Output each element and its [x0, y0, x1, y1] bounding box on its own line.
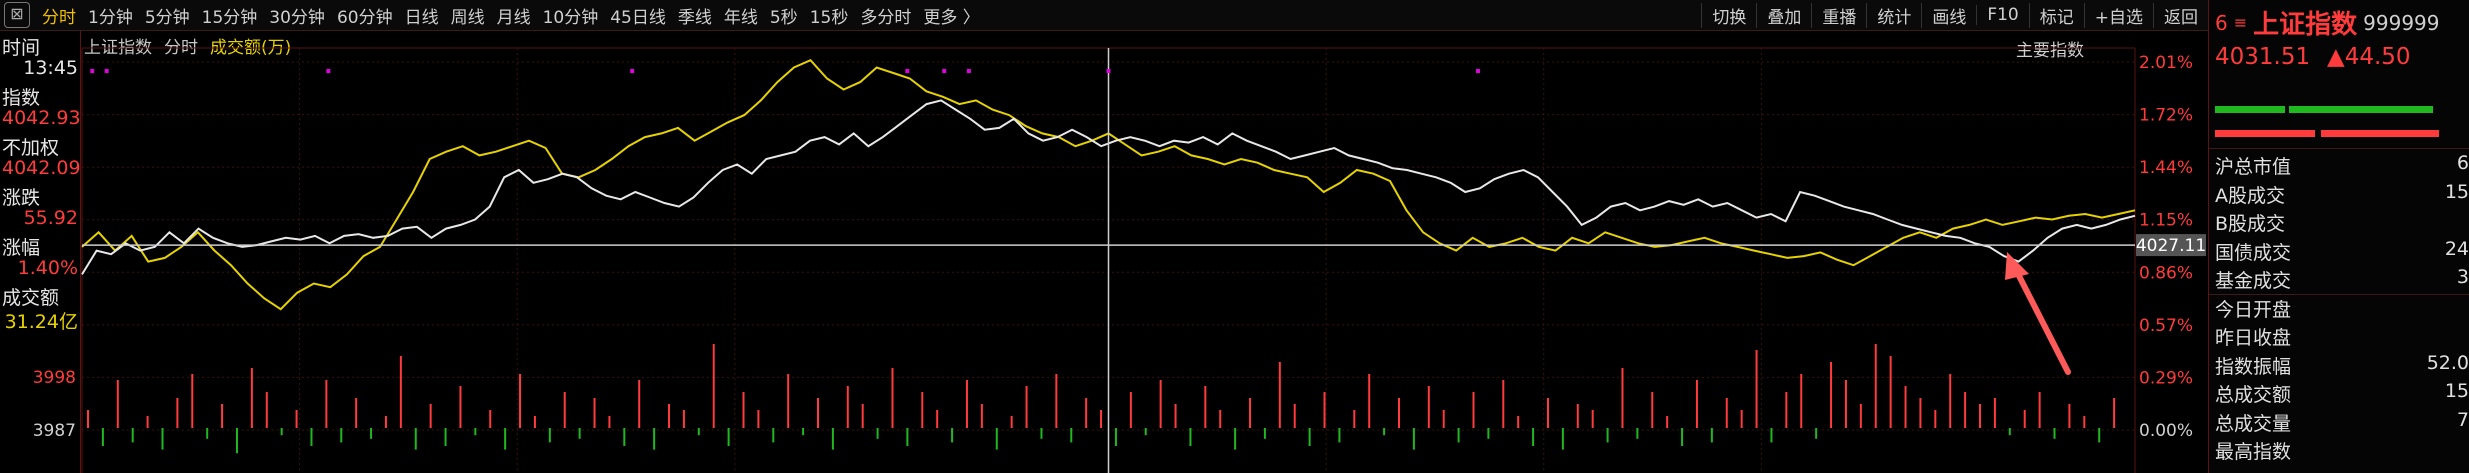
event-marker — [630, 69, 635, 73]
quote-title: 6 ≡ 上证指数 999999 — [2215, 4, 2440, 41]
stat-label: 最高指数 — [2215, 441, 2292, 463]
stat-value: 3 — [2456, 266, 2469, 288]
quote-change: ▲44.50 — [2327, 44, 2411, 70]
right-axis-tick-label: 0.00% — [2139, 421, 2193, 441]
stat-row: 总成交额 15 — [2215, 380, 2469, 407]
stat-label: 指数振幅 — [2215, 355, 2292, 378]
stat-row: 基金成交 3 — [2215, 266, 2469, 293]
stat-row: 总成交量 7 — [2215, 409, 2469, 436]
stat-label: 基金成交 — [2215, 270, 2292, 292]
event-marker — [942, 69, 947, 73]
right-axis-tick-label: 0.29% — [2139, 368, 2193, 388]
quote-code: 999999 — [2363, 10, 2440, 35]
exchange-icon: 6 — [2215, 10, 2228, 35]
stat-row: 国债成交 24 — [2215, 238, 2469, 265]
left-axis-tick-label: 3987 — [33, 421, 76, 441]
event-marker — [326, 69, 331, 73]
right-axis-tick-label: 2.01% — [2139, 53, 2193, 73]
stat-value: 6 — [2456, 152, 2469, 174]
stat-row: B股成交 — [2215, 209, 2465, 236]
stat-label: 国债成交 — [2215, 241, 2292, 264]
stat-row: 沪总市值 6 — [2215, 152, 2469, 179]
intraday-chart[interactable]: 2.01% 1.72% 1.44% 1.15% 0.86% 0.57% 0.29% 0.00%… — [0, 0, 2208, 473]
event-marker — [90, 69, 95, 73]
right-axis-tick-label: 1.44% — [2139, 158, 2193, 178]
event-marker — [104, 69, 109, 73]
event-marker — [966, 69, 971, 73]
stat-label: 总成交量 — [2215, 412, 2292, 435]
right-axis-tick-label: 1.72% — [2139, 106, 2193, 126]
event-marker — [1106, 69, 1111, 73]
crosshair-price-label: 4027.11 — [2136, 236, 2206, 256]
annotation-arrow — [2012, 265, 2071, 375]
quote-name: 上证指数 — [2253, 10, 2358, 40]
stat-row: 今日开盘 — [2215, 295, 2465, 322]
menu-icon[interactable]: ≡ — [2234, 13, 2247, 32]
event-marker — [905, 69, 910, 73]
stat-label: 总成交额 — [2215, 384, 2292, 406]
stat-label: 沪总市值 — [2215, 156, 2292, 178]
breadth-bar-down-2 — [2289, 106, 2433, 113]
stat-row: A股成交 15 — [2215, 181, 2469, 208]
stat-value: 24 — [2444, 237, 2469, 260]
stat-value: 52.0 — [2426, 351, 2469, 374]
stat-row: 最高指数 — [2215, 437, 2465, 464]
quote-panel: 6 ≡ 上证指数 999999 4031.51 ▲44.50 沪总市值 6 A股成交… — [2208, 0, 2469, 473]
stat-row: 指数振幅 52.0 — [2215, 352, 2469, 379]
breadth-bar-up-2 — [2321, 130, 2439, 137]
stat-value: 15 — [2444, 180, 2469, 203]
right-axis-tick-label: 1.15% — [2139, 211, 2193, 231]
stat-label: B股成交 — [2215, 213, 2286, 235]
event-marker — [1476, 69, 1481, 73]
stat-value: 15 — [2444, 380, 2469, 402]
breadth-bar-down-1 — [2215, 106, 2285, 113]
quote-price: 4031.51 — [2215, 44, 2311, 70]
right-axis-tick-label: 0.86% — [2139, 263, 2193, 283]
stat-row: 昨日收盘 — [2215, 323, 2465, 350]
stat-label: A股成交 — [2215, 184, 2285, 207]
right-axis-tick-label: 0.57% — [2139, 316, 2193, 336]
stat-label: 今日开盘 — [2215, 298, 2292, 321]
stock-terminal-window: ⊠ 分时 1分钟 5分钟 15分钟 30分钟 60分钟 日线 周线 月线 10分钟 45日线 季线 年线… — [0, 0, 2469, 473]
panel-divider — [2209, 148, 2469, 149]
stat-value: 7 — [2456, 408, 2469, 431]
left-axis-tick-label: 3998 — [33, 368, 76, 388]
breadth-bar-up-1 — [2215, 130, 2315, 137]
stat-label: 昨日收盘 — [2215, 327, 2292, 349]
